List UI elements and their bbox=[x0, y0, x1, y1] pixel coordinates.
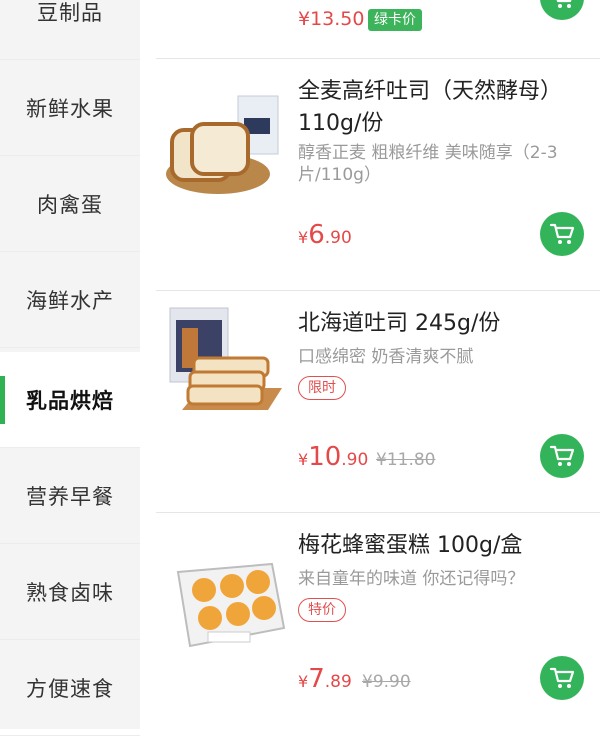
category-deli[interactable]: 熟食卤味 bbox=[0, 544, 140, 640]
product-desc: 口感绵密 奶香清爽不腻 bbox=[298, 347, 474, 367]
top-item-price: ¥13.50 bbox=[298, 8, 365, 30]
category-seafood[interactable]: 海鲜水产 bbox=[0, 252, 140, 348]
category-sidebar: 豆制品 新鲜水果 肉禽蛋 海鲜水产 乳品烘焙 营养早餐 熟食卤味 方便速食 bbox=[0, 0, 140, 736]
add-to-cart-button[interactable] bbox=[540, 434, 584, 478]
cart-icon bbox=[556, 0, 572, 8]
product-card[interactable]: 北海道吐司 245g/份 口感绵密 奶香清爽不腻 限时 ¥10.90 ¥11.8… bbox=[140, 290, 600, 512]
card-price-badge: 绿卡价 bbox=[368, 9, 422, 31]
add-to-cart-button[interactable] bbox=[540, 656, 584, 700]
product-price: ¥7.89 bbox=[298, 664, 352, 694]
cart-icon bbox=[549, 667, 575, 688]
product-price: ¥10.90 bbox=[298, 442, 369, 472]
hokkaido-toast-image bbox=[169, 307, 282, 410]
honey-cake-image bbox=[176, 562, 286, 648]
category-instant[interactable]: 方便速食 bbox=[0, 640, 140, 736]
original-price: ¥9.90 bbox=[362, 672, 411, 692]
category-breakfast[interactable]: 营养早餐 bbox=[0, 448, 140, 544]
product-price: ¥6.90 bbox=[298, 220, 352, 250]
limited-time-tag: 限时 bbox=[298, 376, 346, 400]
cart-button[interactable] bbox=[540, 0, 584, 20]
product-card[interactable]: 梅花蜂蜜蛋糕 100g/盒 来自童年的味道 你还记得吗？ 特价 ¥7.89 ¥9… bbox=[140, 512, 600, 729]
category-dairy-bean[interactable]: 豆制品 bbox=[0, 0, 140, 60]
product-card[interactable]: 全麦高纤吐司（天然酵母）110g/份 醇香正麦 粗粮纤维 美味随享（2-3片/1… bbox=[140, 58, 600, 290]
cart-icon bbox=[549, 445, 575, 466]
special-price-tag: 特价 bbox=[298, 598, 346, 622]
add-to-cart-button[interactable] bbox=[540, 212, 584, 256]
category-meat-egg[interactable]: 肉禽蛋 bbox=[0, 156, 140, 252]
product-desc: 醇香正麦 粗粮纤维 美味随享（2-3片/110g） bbox=[298, 143, 558, 185]
product-title: 北海道吐司 245g/份 bbox=[298, 311, 501, 336]
product-desc: 来自童年的味道 你还记得吗？ bbox=[298, 569, 525, 589]
product-title: 梅花蜂蜜蛋糕 100g/盒 bbox=[298, 533, 523, 558]
product-list: ¥13.50 绿卡价 全麦高纤吐司（天然酵母）110g/份 醇香正麦 粗粮纤维 … bbox=[140, 0, 600, 729]
original-price: ¥11.80 bbox=[376, 450, 436, 470]
category-fruit[interactable]: 新鲜水果 bbox=[0, 60, 140, 156]
category-dairy-bakery[interactable]: 乳品烘焙 bbox=[0, 352, 140, 448]
cart-icon bbox=[549, 223, 575, 244]
whole-wheat-toast-image bbox=[166, 95, 279, 194]
product-title: 全麦高纤吐司（天然酵母）110g/份 bbox=[298, 79, 563, 136]
